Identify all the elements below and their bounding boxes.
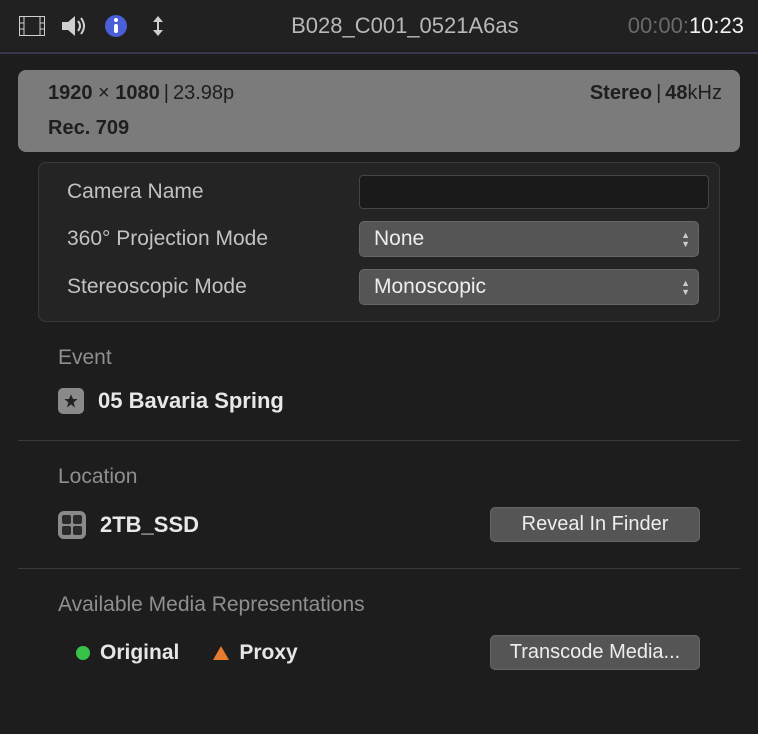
location-name: 2TB_SSD (100, 512, 199, 538)
event-star-icon (58, 388, 84, 414)
info-row-color: Rec. 709 (18, 111, 740, 152)
camera-name-input[interactable] (359, 175, 709, 209)
timecode-prefix: 00:00: (628, 13, 689, 38)
stereoscopic-mode-label: Stereoscopic Mode (49, 275, 359, 299)
clip-title: B028_C001_0521A6as (182, 13, 628, 39)
proxy-label: Proxy (239, 641, 297, 665)
info-row-format: 1920 × 1080|23.98p Stereo|48kHz (18, 70, 740, 111)
video-inspector-icon[interactable] (14, 8, 50, 44)
chevron-updown-icon: ▲▼ (681, 231, 690, 248)
chevron-updown-icon: ▲▼ (681, 279, 690, 296)
proxy-media-indicator: Proxy (213, 641, 297, 665)
projection-mode-row: 360° Projection Mode None ▲▼ (49, 215, 709, 263)
transcode-media-button[interactable]: Transcode Media... (490, 635, 700, 670)
media-representations-section: Available Media Representations Original… (18, 568, 740, 696)
original-label: Original (100, 641, 179, 665)
reveal-in-finder-button[interactable]: Reveal In Finder (490, 507, 700, 542)
event-section: Event 05 Bavaria Spring (18, 322, 740, 440)
location-section-label: Location (58, 465, 700, 489)
toolbar-divider (0, 52, 758, 54)
event-section-label: Event (58, 346, 700, 370)
projection-mode-select[interactable]: None ▲▼ (359, 221, 699, 257)
projection-mode-value: None (374, 227, 424, 251)
status-dot-green-icon (76, 646, 90, 660)
status-triangle-orange-icon (213, 646, 229, 660)
timecode-value: 10:23 (689, 13, 744, 38)
projection-mode-label: 360° Projection Mode (49, 227, 359, 251)
stereoscopic-mode-value: Monoscopic (374, 275, 486, 299)
camera-name-row: Camera Name (49, 169, 709, 215)
location-section: Location 2TB_SSD Reveal In Finder (18, 440, 740, 568)
info-inspector-icon[interactable] (98, 8, 134, 44)
stereoscopic-mode-row: Stereoscopic Mode Monoscopic ▲▼ (49, 263, 709, 311)
audio-format: Stereo|48kHz (590, 82, 722, 105)
resolution-fps: 1920 × 1080|23.98p (48, 82, 234, 105)
colorspace-value: Rec. 709 (48, 117, 129, 139)
media-representations-label: Available Media Representations (58, 593, 700, 617)
audio-inspector-icon[interactable] (56, 8, 92, 44)
inspector-toolbar: B028_C001_0521A6as 00:00:10:23 (0, 0, 758, 50)
share-inspector-icon[interactable] (140, 8, 176, 44)
drive-icon (58, 511, 86, 539)
event-name: 05 Bavaria Spring (98, 388, 284, 414)
timecode-display: 00:00:10:23 (628, 13, 744, 39)
clip-info-strip: 1920 × 1080|23.98p Stereo|48kHz Rec. 709 (18, 70, 740, 152)
stereoscopic-mode-select[interactable]: Monoscopic ▲▼ (359, 269, 699, 305)
camera-settings-group: Camera Name 360° Projection Mode None ▲▼… (38, 162, 720, 322)
camera-name-label: Camera Name (49, 180, 359, 204)
original-media-indicator: Original (76, 641, 179, 665)
